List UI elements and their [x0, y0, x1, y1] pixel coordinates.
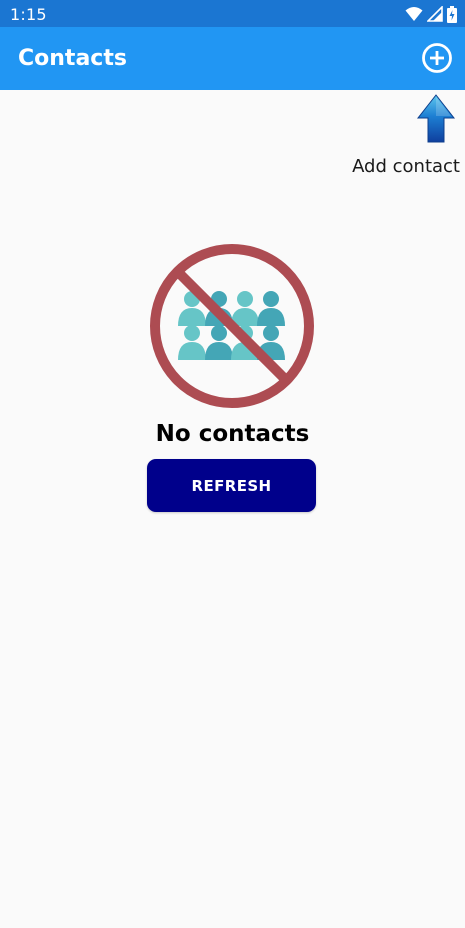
add-contact-hint: Add contact [352, 156, 460, 177]
battery-icon [447, 5, 457, 23]
app-bar: Contacts [0, 27, 465, 90]
no-contacts-icon [150, 244, 314, 408]
wifi-icon [405, 7, 423, 21]
status-bar: 1:15 [0, 0, 465, 27]
empty-state-title: No contacts [155, 421, 310, 447]
status-time: 1:15 [10, 5, 47, 24]
arrow-up-icon [416, 94, 456, 143]
status-icons [405, 5, 457, 23]
signal-icon [427, 6, 443, 22]
add-circle-icon [422, 43, 452, 73]
refresh-button[interactable]: REFRESH [147, 459, 316, 512]
page-title: Contacts [18, 46, 127, 71]
add-contact-button[interactable] [421, 42, 453, 74]
